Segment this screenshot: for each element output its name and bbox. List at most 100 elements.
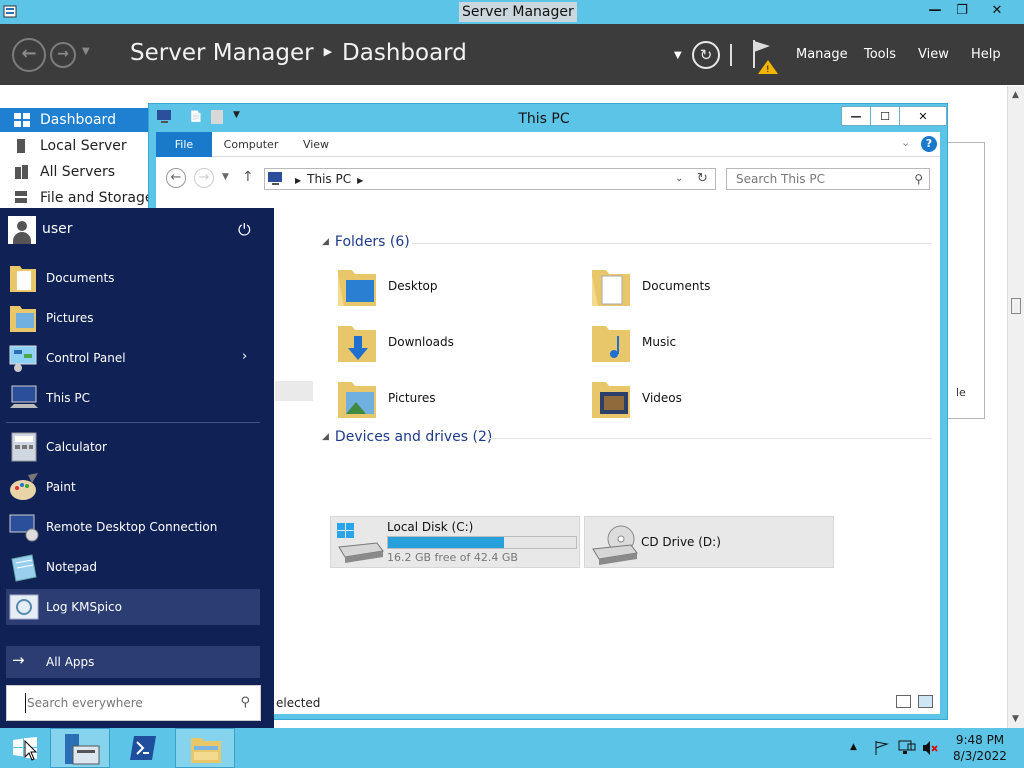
menu-view[interactable]: View [918, 47, 949, 62]
server-manager-scrollbar[interactable]: ▲ ▼ [1007, 86, 1024, 728]
drive-local-disk-c[interactable]: Local Disk (C:) 16.2 GB free of 42.4 GB [330, 516, 580, 568]
taskbar-clock[interactable]: 9:48 PM 8/3/2022 [940, 732, 1020, 764]
scroll-down-icon[interactable]: ▼ [1012, 714, 1019, 724]
folder-documents[interactable]: Documents [590, 262, 830, 314]
status-text: elected [276, 696, 321, 710]
paint-icon [10, 473, 38, 500]
taskbar-server-manager[interactable] [50, 728, 110, 768]
network-icon[interactable] [898, 740, 916, 756]
back-arrow-icon[interactable]: ← [12, 38, 46, 72]
local-disk-icon [337, 523, 384, 563]
sidebar-item-file-storage[interactable]: File and Storage S [0, 186, 150, 210]
arrow-right-icon: → [12, 651, 25, 669]
menu-help[interactable]: Help [971, 47, 1001, 62]
address-dropdown-icon[interactable]: ⌄ [675, 169, 683, 189]
sidebar-item-all-servers[interactable]: All Servers [0, 160, 150, 184]
restore-button[interactable]: ❐ [945, 0, 979, 22]
breadcrumb-root: Server Manager [130, 40, 314, 66]
tab-file[interactable]: File [156, 132, 212, 157]
sidebar-item-local-server[interactable]: Local Server [0, 134, 150, 158]
start-search-input[interactable]: Search everywhere ⚲ [6, 685, 261, 721]
start-user[interactable]: user ⏻ [8, 216, 268, 244]
folder-downloads[interactable]: Downloads [336, 318, 576, 370]
address-crumbs: ▶ This PC ▶ [289, 169, 369, 191]
folder-pictures[interactable]: Pictures [336, 374, 576, 426]
start-item-label: Paint [46, 480, 76, 494]
powershell-icon [130, 736, 156, 760]
back-icon[interactable]: ← [166, 168, 186, 188]
pictures-folder-icon [338, 382, 376, 418]
help-icon[interactable]: ? [921, 136, 937, 152]
search-icon: ⚲ [240, 695, 250, 710]
start-item-notepad[interactable]: Notepad [6, 549, 260, 585]
tab-computer[interactable]: Computer [218, 132, 284, 157]
power-icon[interactable]: ⏻ [238, 220, 251, 240]
taskbar-file-explorer[interactable] [175, 728, 235, 768]
tab-view[interactable]: View [296, 132, 336, 157]
downloads-folder-icon [338, 326, 376, 362]
pictures-folder-icon [10, 306, 36, 332]
chevron-right-icon[interactable]: › [242, 349, 247, 364]
recent-locations-icon[interactable]: ▼ [222, 172, 229, 182]
collapse-icon[interactable]: ◢ [322, 432, 329, 442]
devices-group-header[interactable]: ◢ Devices and drives (2) [322, 429, 492, 445]
refresh-icon[interactable]: ↻ [697, 169, 708, 189]
expand-ribbon-icon[interactable]: ⌄ [901, 136, 910, 149]
menu-tools[interactable]: Tools [864, 47, 896, 62]
start-item-calculator[interactable]: Calculator [6, 429, 260, 465]
breadcrumb: Server Manager ▶ Dashboard [130, 40, 467, 66]
address-bar[interactable]: ▶ This PC ▶ ⌄ ↻ [264, 168, 716, 190]
start-item-paint[interactable]: Paint [6, 469, 260, 505]
forward-icon[interactable]: → [194, 168, 214, 188]
refresh-icon[interactable]: ↻ [692, 41, 720, 69]
sidebar-item-label: File and Storage S [40, 190, 150, 206]
address-location[interactable]: This PC [307, 172, 351, 186]
folder-name: Documents [642, 279, 711, 293]
notifications-flag-icon[interactable]: ! [750, 38, 784, 76]
folder-music[interactable]: Music [590, 318, 830, 370]
explorer-titlebar[interactable]: 📄 ▼ This PC — ☐ ✕ [149, 104, 947, 132]
folder-desktop[interactable]: Desktop [336, 262, 576, 314]
this-pc-small-icon [268, 172, 282, 185]
explorer-maximize-button[interactable]: ☐ [870, 106, 900, 126]
scroll-up-icon[interactable]: ▲ [1012, 90, 1019, 100]
start-item-control-panel[interactable]: Control Panel › [6, 340, 260, 376]
volume-muted-icon[interactable] [922, 740, 938, 756]
start-item-this-pc[interactable]: This PC [6, 380, 260, 416]
start-item-label: Pictures [46, 311, 94, 325]
menu-manage[interactable]: Manage [796, 47, 848, 62]
collapse-icon[interactable]: ◢ [322, 237, 329, 247]
folders-group-header[interactable]: ◢ Folders (6) [322, 234, 410, 250]
taskbar-powershell[interactable] [112, 728, 172, 768]
start-item-documents[interactable]: Documents [6, 260, 260, 296]
folder-videos[interactable]: Videos [590, 374, 830, 426]
start-item-log-kmspico[interactable]: Log KMSpico [6, 589, 260, 625]
show-hidden-icons-icon[interactable]: ▲ [850, 742, 857, 752]
chevron-right-icon[interactable]: ▶ [357, 176, 363, 185]
action-center-flag-icon[interactable] [874, 740, 890, 756]
close-button[interactable]: ✕ [980, 0, 1014, 22]
drive-usage-fill [388, 537, 505, 548]
forward-arrow-icon[interactable]: → [50, 42, 76, 68]
explorer-close-button[interactable]: ✕ [899, 106, 947, 126]
details-view-icon[interactable] [896, 695, 911, 708]
breadcrumb-current: Dashboard [342, 40, 467, 66]
start-button[interactable] [0, 728, 50, 768]
all-apps-button[interactable]: → All Apps [6, 646, 260, 678]
start-item-remote-desktop[interactable]: Remote Desktop Connection [6, 509, 260, 545]
large-icons-view-icon[interactable] [918, 695, 933, 708]
drive-cd-d[interactable]: CD Drive (D:) [584, 516, 834, 568]
notepad-icon [11, 554, 37, 582]
desktop-folder-icon [338, 270, 376, 306]
sidebar-item-dashboard[interactable]: Dashboard [0, 108, 150, 132]
clock-time: 9:48 PM [955, 733, 1005, 747]
dropdown-icon[interactable]: ▼ [674, 50, 682, 61]
scroll-thumb[interactable] [1011, 298, 1021, 314]
up-arrow-icon[interactable]: ↑ [242, 169, 254, 185]
search-input[interactable]: Search This PC ⚲ [726, 168, 930, 190]
explorer-minimize-button[interactable]: — [841, 106, 871, 126]
start-item-label: This PC [46, 391, 90, 405]
history-dropdown-icon[interactable]: ▼ [82, 46, 90, 57]
server-manager-titlebar[interactable]: Server Manager — ❐ ✕ [0, 0, 1024, 24]
start-item-pictures[interactable]: Pictures [6, 300, 260, 336]
